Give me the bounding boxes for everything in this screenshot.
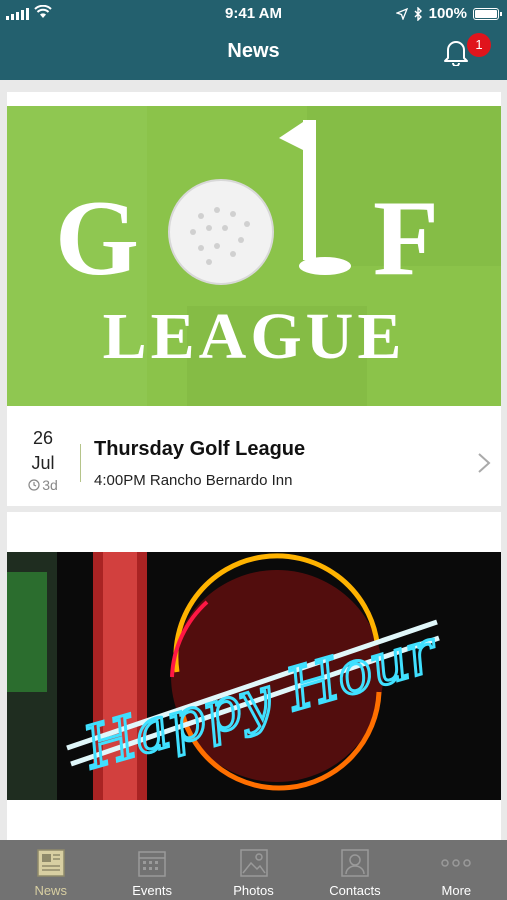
event-month: Jul	[31, 453, 55, 473]
clock-icon	[28, 479, 40, 491]
tab-photos[interactable]: Photos	[203, 840, 304, 900]
newspaper-icon	[36, 849, 65, 877]
event-title[interactable]: Thursday Golf League	[94, 438, 305, 461]
photo-icon	[239, 849, 268, 877]
event-date: 26 Jul 3d	[21, 428, 65, 493]
battery-icon	[473, 7, 502, 20]
news-card[interactable]: Happy Hour	[7, 512, 501, 840]
bluetooth-icon	[414, 6, 422, 21]
tab-label: Events	[132, 883, 172, 898]
contact-card-icon	[341, 849, 369, 877]
chevron-right-icon[interactable]	[477, 452, 491, 474]
tab-more[interactable]: More	[406, 840, 507, 900]
event-relative-time: 3d	[42, 477, 58, 493]
golf-letter-f: F	[373, 179, 439, 298]
page-title: News	[227, 40, 280, 62]
golf-league-banner: G F LEAGUE	[7, 106, 501, 406]
tab-events[interactable]: Events	[101, 840, 202, 900]
tab-label: News	[34, 883, 67, 898]
battery-percent: 100%	[428, 5, 467, 22]
news-feed[interactable]: G F LEAGUE 26 Jul 3d Thursday Golf Leagu…	[0, 80, 507, 840]
location-arrow-icon	[395, 7, 408, 20]
tab-bar: News Events Photos Contacts More	[0, 840, 507, 900]
more-dots-icon	[441, 859, 472, 867]
tab-news[interactable]: News	[0, 840, 101, 900]
top-bar: 9:41 AM 100% News 1	[0, 0, 507, 80]
golf-letter-g: G	[55, 179, 139, 298]
date-divider	[80, 444, 81, 482]
status-bar: 9:41 AM 100%	[0, 0, 507, 28]
calendar-icon	[138, 851, 166, 877]
happy-hour-banner: Happy Hour	[7, 552, 501, 800]
notification-bell-icon[interactable]	[443, 38, 469, 66]
tab-contacts[interactable]: Contacts	[304, 840, 405, 900]
tab-label: Photos	[233, 883, 274, 898]
event-subtitle: 4:00PM Rancho Bernardo Inn	[94, 472, 293, 489]
notification-badge: 1	[467, 33, 491, 57]
league-text: LEAGUE	[103, 300, 406, 373]
news-card[interactable]: G F LEAGUE 26 Jul 3d Thursday Golf Leagu…	[7, 92, 501, 506]
tab-label: More	[441, 883, 472, 898]
tab-label: Contacts	[329, 883, 381, 898]
event-day: 26	[32, 428, 54, 448]
